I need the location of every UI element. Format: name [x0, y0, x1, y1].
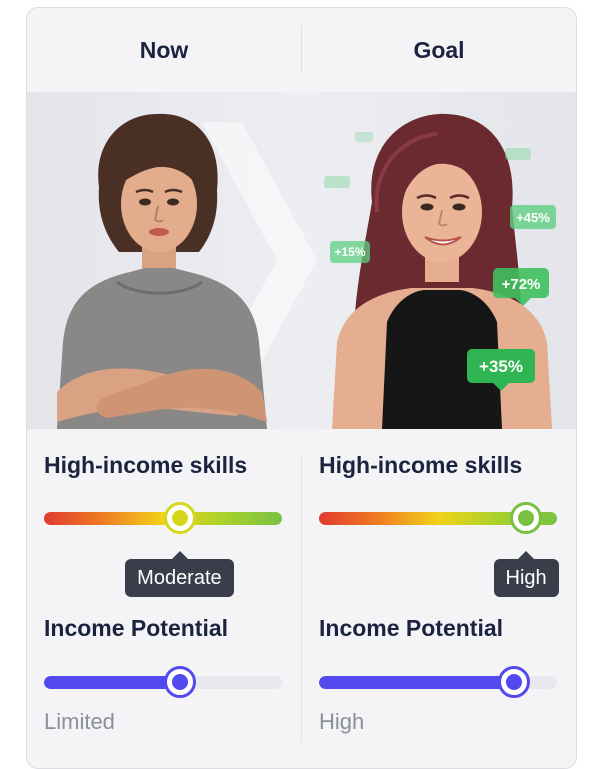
stats-section: High-income skills Moderate Income Poten… — [27, 429, 576, 768]
badge-45-text: +45% — [516, 210, 550, 225]
now-income-knob-dot — [171, 674, 188, 690]
now-panel: High-income skills Moderate Income Poten… — [44, 429, 302, 768]
goal-income-label: Income Potential — [319, 615, 504, 641]
card-header: Now Goal — [27, 8, 576, 92]
hero-illustration: +15% +45% +72% +35% — [57, 113, 556, 429]
faint-badge — [355, 132, 373, 142]
goal-income-knob[interactable] — [498, 666, 531, 698]
now-skills-label: High-income skills — [44, 452, 248, 478]
goal-income-knob-dot — [506, 674, 523, 690]
goal-income-value: High — [319, 709, 365, 734]
goal-skills-tooltip: High — [493, 559, 559, 597]
now-column-header: Now — [27, 8, 301, 92]
faint-badge — [324, 176, 350, 188]
now-skills-tooltip: Moderate — [125, 559, 234, 597]
now-title: Now — [139, 36, 189, 63]
goal-column-header: Goal — [302, 8, 576, 92]
goal-income-fill — [319, 676, 515, 689]
goal-skills-label: High-income skills — [319, 452, 523, 478]
now-income-value: Limited — [44, 709, 115, 734]
now-income-fill — [44, 676, 180, 689]
now-skills-knob-dot — [171, 510, 188, 526]
goal-skills-knob-dot — [518, 510, 535, 526]
goal-panel: High-income skills High Income Potential… — [319, 429, 576, 768]
badge-35-text: +35% — [479, 357, 523, 376]
goal-title: Goal — [413, 36, 465, 63]
badge-15: +15% — [330, 241, 370, 263]
badge-15-text: +15% — [334, 245, 365, 259]
now-income-label: Income Potential — [44, 615, 229, 641]
now-skills-knob[interactable] — [163, 502, 196, 534]
goal-skills-knob[interactable] — [510, 502, 543, 534]
comparison-card: Now Goal +15% +45% +72% +35% High-income… — [26, 7, 577, 769]
hero-image: +15% +45% +72% +35% — [27, 92, 576, 429]
faint-badge — [505, 148, 531, 160]
now-income-knob[interactable] — [163, 666, 196, 698]
badge-72-text: +72% — [502, 276, 541, 293]
badge-45: +45% — [510, 205, 556, 229]
